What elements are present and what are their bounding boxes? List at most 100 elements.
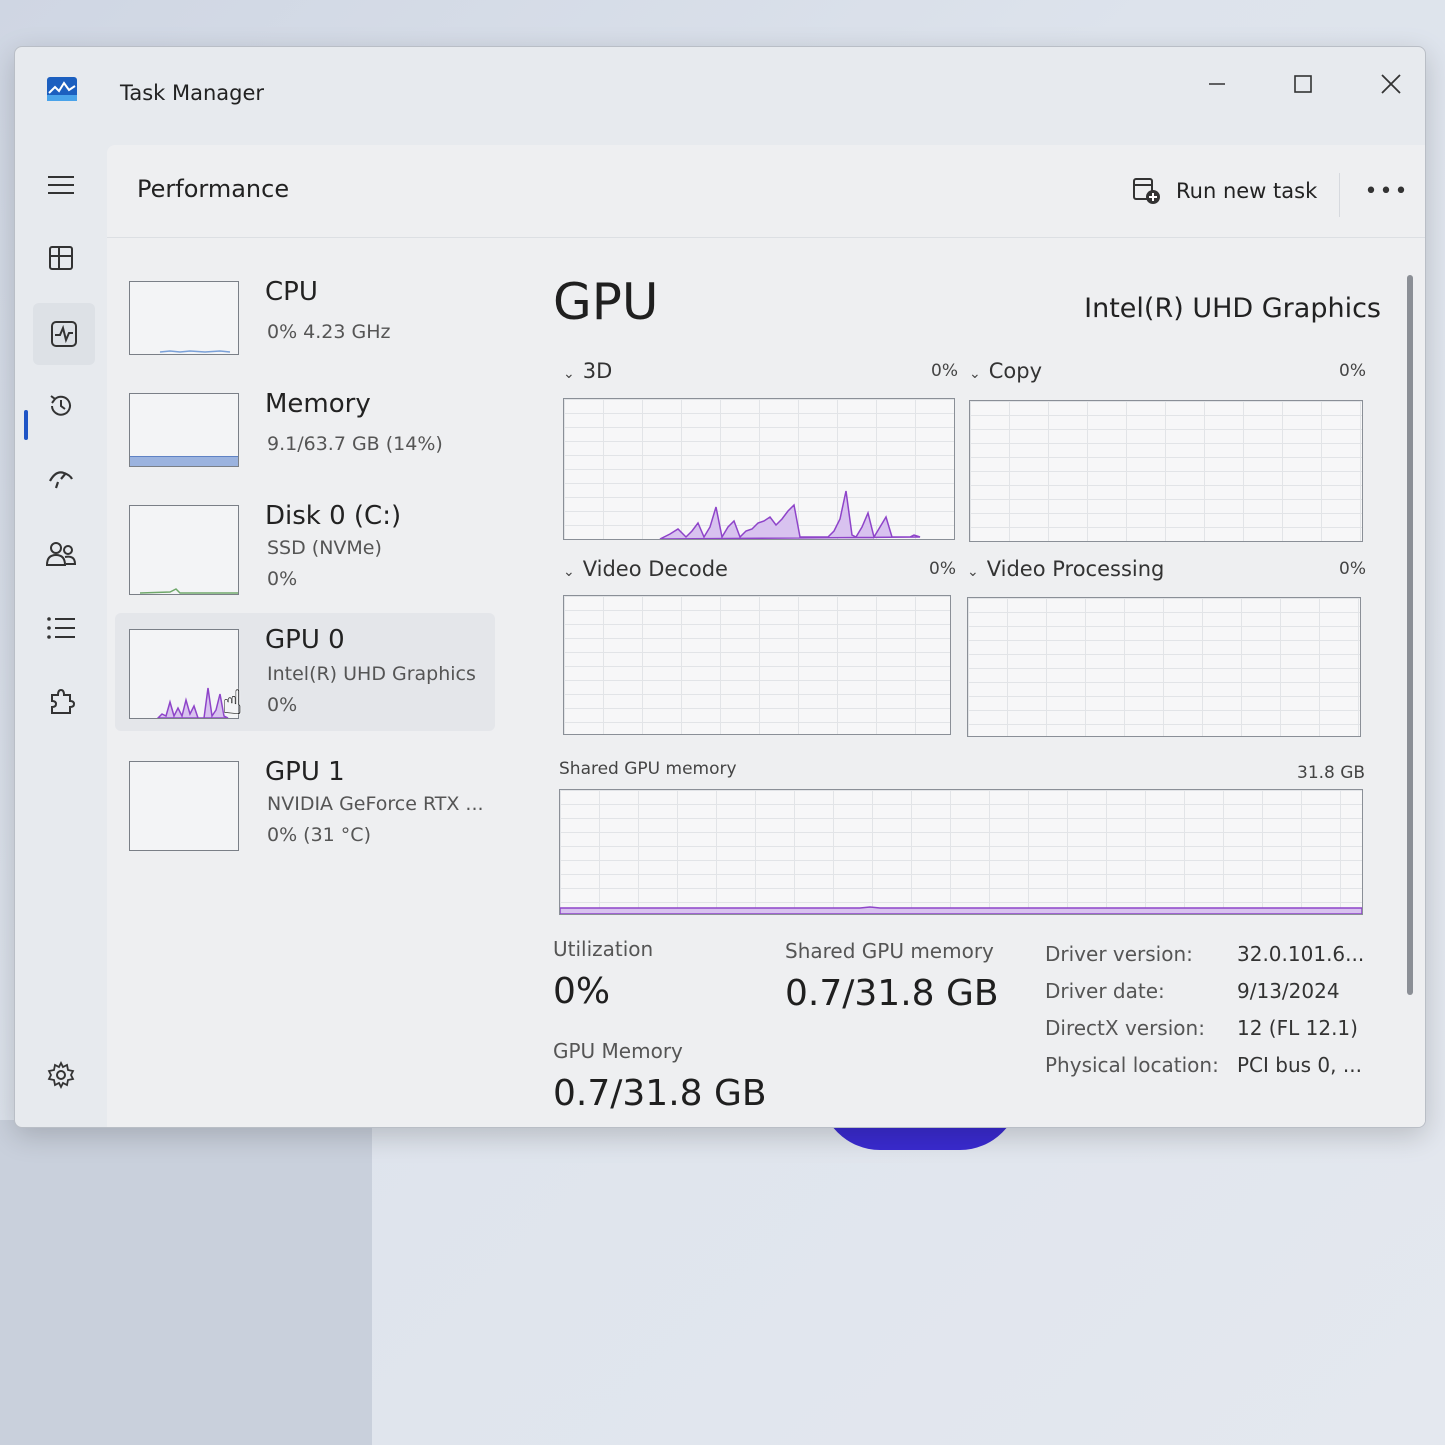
gpu-1-thumbnail bbox=[129, 761, 239, 851]
navigation-sidebar bbox=[15, 137, 105, 1127]
engine-video-decode-selector[interactable]: ⌄ Video Decode bbox=[563, 557, 728, 581]
maximize-icon bbox=[1294, 75, 1312, 93]
driver-date-value: 9/13/2024 bbox=[1237, 979, 1340, 1003]
shared-gpu-memory-graph-label: Shared GPU memory bbox=[559, 759, 737, 779]
device-detail: NVIDIA GeForce RTX ... bbox=[267, 793, 484, 815]
startup-icon bbox=[49, 471, 73, 489]
chevron-down-icon: ⌄ bbox=[563, 564, 575, 580]
device-detail: SSD (NVMe) bbox=[267, 537, 382, 559]
gpu-memory-value: 0.7/31.8 GB bbox=[553, 1073, 767, 1114]
nav-details[interactable] bbox=[39, 606, 83, 650]
gpu-details-panel: GPU Intel(R) UHD Graphics ⌄ 3D 0% ⌄ Copy 0… bbox=[537, 245, 1381, 1125]
engine-3d-selector[interactable]: ⌄ 3D bbox=[563, 359, 612, 383]
device-name: GPU 0 bbox=[265, 625, 345, 655]
physical-location-value: PCI bus 0, ... bbox=[1237, 1053, 1362, 1077]
shared-memory-stat-value: 0.7/31.8 GB bbox=[785, 973, 999, 1014]
nav-users[interactable] bbox=[39, 532, 83, 576]
engine-copy-label: Copy bbox=[988, 359, 1043, 383]
utilization-value: 0% bbox=[553, 971, 611, 1012]
run-new-task-button[interactable]: Run new task bbox=[1132, 171, 1317, 211]
engine-3d-percent: 0% bbox=[931, 361, 958, 381]
run-new-task-label: Run new task bbox=[1176, 179, 1318, 203]
hand-cursor-icon: ☝ bbox=[222, 683, 243, 723]
engine-video-processing-selector[interactable]: ⌄ Video Processing bbox=[967, 557, 1164, 581]
settings-gear-icon bbox=[47, 1061, 75, 1089]
device-item-gpu-1[interactable]: GPU 1 NVIDIA GeForce RTX ... 0% (31 °C) bbox=[115, 745, 495, 863]
vertical-scrollbar[interactable] bbox=[1407, 275, 1413, 995]
engine-3d-label: 3D bbox=[582, 359, 613, 383]
close-button[interactable] bbox=[1361, 59, 1421, 109]
users-icon bbox=[45, 542, 77, 566]
device-item-cpu[interactable]: CPU 0% 4.23 GHz bbox=[115, 265, 495, 383]
nav-settings[interactable] bbox=[39, 1053, 83, 1097]
nav-services[interactable] bbox=[39, 680, 83, 724]
utilization-label: Utilization bbox=[553, 937, 654, 961]
title-bar[interactable]: Task Manager bbox=[15, 47, 1425, 137]
driver-date-label: Driver date: bbox=[1045, 979, 1165, 1003]
page-title: Performance bbox=[137, 175, 290, 203]
active-nav-indicator bbox=[24, 410, 28, 440]
shared-gpu-memory-max: 31.8 GB bbox=[1297, 763, 1366, 783]
performance-page: Performance Run new task ••• CPU 0% 4.23… bbox=[107, 145, 1425, 1127]
device-detail: 0% 4.23 GHz bbox=[267, 321, 391, 343]
performance-icon bbox=[51, 321, 77, 347]
hamburger-menu-button[interactable] bbox=[39, 163, 83, 207]
page-header: Performance Run new task ••• bbox=[107, 145, 1425, 238]
engine-video-decode-percent: 0% bbox=[929, 559, 956, 579]
nav-performance[interactable] bbox=[33, 303, 95, 365]
device-item-disk-0[interactable]: Disk 0 (C:) SSD (NVMe) 0% bbox=[115, 489, 495, 607]
device-usage: 0% (31 °C) bbox=[267, 824, 371, 846]
processes-icon bbox=[49, 246, 73, 270]
engine-video-decode-graph bbox=[563, 595, 951, 735]
window-title: Task Manager bbox=[120, 81, 265, 105]
device-item-memory[interactable]: Memory 9.1/63.7 GB (14%) bbox=[115, 377, 495, 495]
shared-memory-stat-label: Shared GPU memory bbox=[785, 939, 994, 963]
shared-gpu-memory-graph bbox=[559, 789, 1363, 915]
task-manager-app-icon bbox=[47, 77, 77, 101]
engine-copy-selector[interactable]: ⌄ Copy bbox=[969, 359, 1042, 383]
device-usage: 0% bbox=[267, 694, 298, 716]
engine-copy-percent: 0% bbox=[1339, 361, 1366, 381]
run-task-icon bbox=[1133, 178, 1160, 204]
engine-3d-graph bbox=[563, 398, 955, 540]
device-item-gpu-0[interactable]: GPU 0 Intel(R) UHD Graphics 0% bbox=[115, 613, 495, 731]
more-options-button[interactable]: ••• bbox=[1365, 171, 1409, 211]
engine-copy-graph bbox=[969, 400, 1363, 542]
close-icon bbox=[1381, 74, 1401, 94]
task-manager-window: Task Manager Performance Run new task ••… bbox=[14, 46, 1426, 1128]
device-name: Disk 0 (C:) bbox=[265, 501, 402, 531]
engine-video-processing-percent: 0% bbox=[1339, 559, 1366, 579]
services-puzzle-icon bbox=[51, 688, 76, 714]
minimize-icon bbox=[1209, 83, 1225, 85]
gpu-memory-label: GPU Memory bbox=[553, 1039, 683, 1063]
details-list-icon bbox=[47, 617, 75, 639]
nav-startup-apps[interactable] bbox=[39, 457, 83, 501]
engine-video-processing-label: Video Processing bbox=[986, 557, 1165, 581]
device-detail: Intel(R) UHD Graphics bbox=[267, 663, 476, 685]
device-name: GPU 1 bbox=[265, 757, 345, 787]
directx-version-label: DirectX version: bbox=[1045, 1016, 1205, 1040]
chevron-down-icon: ⌄ bbox=[969, 366, 981, 382]
maximize-button[interactable] bbox=[1273, 59, 1333, 109]
nav-app-history[interactable] bbox=[39, 384, 83, 428]
history-icon bbox=[50, 395, 71, 416]
minimize-button[interactable] bbox=[1187, 59, 1247, 109]
device-name: CPU bbox=[265, 277, 318, 307]
nav-processes[interactable] bbox=[39, 236, 83, 280]
chevron-down-icon: ⌄ bbox=[967, 564, 979, 580]
directx-version-value: 12 (FL 12.1) bbox=[1237, 1016, 1358, 1040]
driver-version-value: 32.0.101.6... bbox=[1237, 942, 1365, 966]
gpu-heading: GPU bbox=[553, 273, 659, 331]
physical-location-label: Physical location: bbox=[1045, 1053, 1219, 1077]
hamburger-icon bbox=[48, 176, 74, 194]
more-dots-icon: ••• bbox=[1364, 178, 1410, 204]
memory-thumbnail bbox=[129, 393, 239, 467]
desktop-background bbox=[0, 1120, 372, 1445]
engine-video-decode-label: Video Decode bbox=[582, 557, 728, 581]
device-detail: 9.1/63.7 GB (14%) bbox=[267, 433, 443, 455]
chevron-down-icon: ⌄ bbox=[563, 366, 575, 382]
cpu-thumbnail bbox=[129, 281, 239, 355]
gpu-model-name: Intel(R) UHD Graphics bbox=[1084, 293, 1381, 324]
device-name: Memory bbox=[265, 389, 371, 419]
disk-thumbnail bbox=[129, 505, 239, 595]
